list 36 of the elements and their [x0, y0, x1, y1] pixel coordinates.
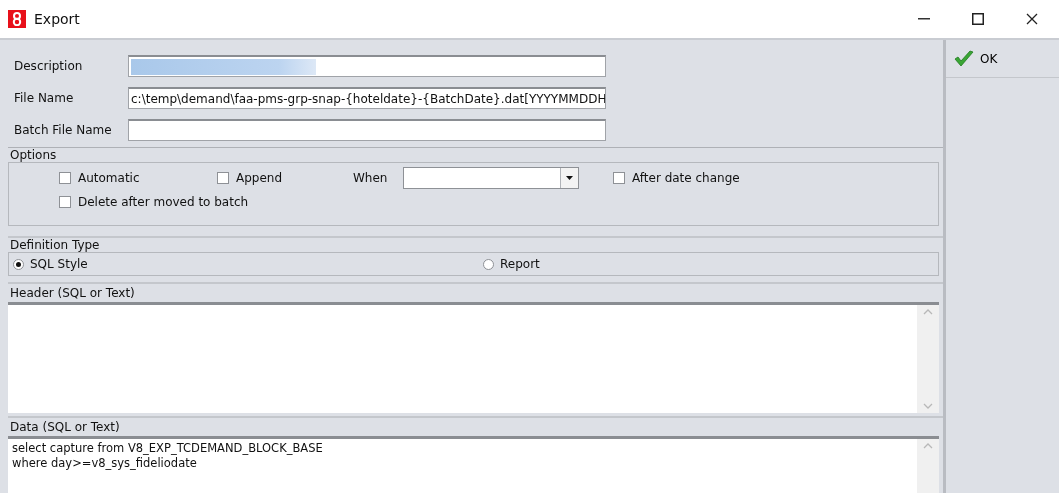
checkbox[interactable]: [59, 196, 71, 208]
scroll-up-icon[interactable]: [923, 443, 933, 449]
checkbox-label: Delete after moved to batch: [78, 195, 249, 209]
checkbox-label: After date change: [632, 171, 740, 185]
scrollbar[interactable]: [917, 439, 939, 493]
checkmark-icon: [954, 49, 974, 68]
checkbox[interactable]: [217, 172, 229, 184]
radio-label: SQL Style: [30, 257, 88, 271]
minimize-icon: [918, 18, 930, 20]
checkbox-label: Automatic: [78, 171, 140, 185]
text-field[interactable]: c:\temp\demand\faa-pms-grp-snap-{hoteldate}-{BatchDate}.dat[YYYYMMDDH: [128, 87, 606, 109]
close-icon: [1026, 13, 1038, 25]
dropdown-arrow-icon: [566, 176, 573, 180]
field-label: Description: [14, 59, 84, 73]
window-title: Export: [34, 11, 81, 27]
checkbox[interactable]: [613, 172, 625, 184]
text-field[interactable]: [128, 55, 606, 77]
when-dropdown[interactable]: [403, 167, 579, 189]
app-logo-icon: [8, 10, 26, 28]
section-title: Data (SQL or Text): [9, 420, 121, 434]
field-label: When: [353, 171, 389, 185]
checkbox[interactable]: [59, 172, 71, 184]
section-title: Header (SQL or Text): [9, 286, 136, 300]
checkbox-label: Append: [236, 171, 283, 185]
radio-button[interactable]: [483, 258, 494, 270]
group-title: Options: [9, 148, 58, 162]
field-label: Batch File Name: [14, 123, 113, 137]
radio-button[interactable]: [13, 258, 24, 270]
radio-label: Report: [500, 257, 540, 271]
text-field[interactable]: [128, 119, 606, 141]
group-title: Definition Type: [9, 238, 101, 252]
maximize-icon: [972, 13, 984, 25]
field-label: File Name: [14, 91, 75, 105]
scroll-up-icon[interactable]: [923, 309, 933, 315]
scrollbar[interactable]: [917, 305, 939, 413]
scroll-down-icon[interactable]: [923, 403, 933, 409]
